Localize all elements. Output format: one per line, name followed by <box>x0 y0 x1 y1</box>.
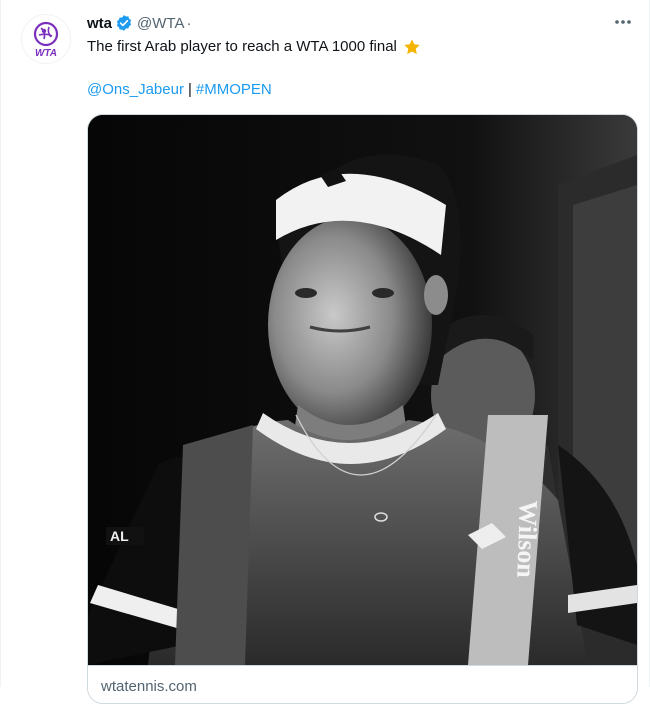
mention-link[interactable]: @Ons_Jabeur <box>87 81 184 98</box>
avatar[interactable]: WTA <box>21 14 71 64</box>
author-name[interactable]: wta <box>87 15 112 32</box>
tweet-header: wta @WTA · <box>87 13 191 33</box>
link-card[interactable]: AL Wilson wtatennis.com <box>87 114 638 704</box>
more-options-icon <box>615 20 631 24</box>
more-options-button[interactable] <box>611 10 635 34</box>
wta-logo-icon: WTA <box>33 21 59 59</box>
header-separator-dot: · <box>186 14 192 32</box>
star-emoji-icon <box>404 39 420 55</box>
player-photo-image: AL Wilson <box>88 115 637 665</box>
avatar-logo-text: WTA <box>35 48 57 59</box>
verified-badge-icon <box>116 15 132 31</box>
tweet-text: The first Arab player to reach a WTA 100… <box>87 37 421 57</box>
hashtag-link[interactable]: #MMOPEN <box>196 81 272 98</box>
strap-brand-text: Wilson <box>511 500 543 579</box>
author-handle[interactable]: @WTA <box>137 15 184 32</box>
link-card-footer[interactable]: wtatennis.com <box>88 665 637 703</box>
shirt-text: AL <box>110 528 129 544</box>
tweet[interactable]: WTA wta @WTA · The first Arab player to … <box>0 0 650 704</box>
tweet-links: @Ons_Jabeur | #MMOPEN <box>87 80 272 100</box>
player-photo[interactable]: AL Wilson <box>88 115 637 665</box>
link-separator: | <box>187 81 192 98</box>
tweet-text-content: The first Arab player to reach a WTA 100… <box>87 38 397 55</box>
